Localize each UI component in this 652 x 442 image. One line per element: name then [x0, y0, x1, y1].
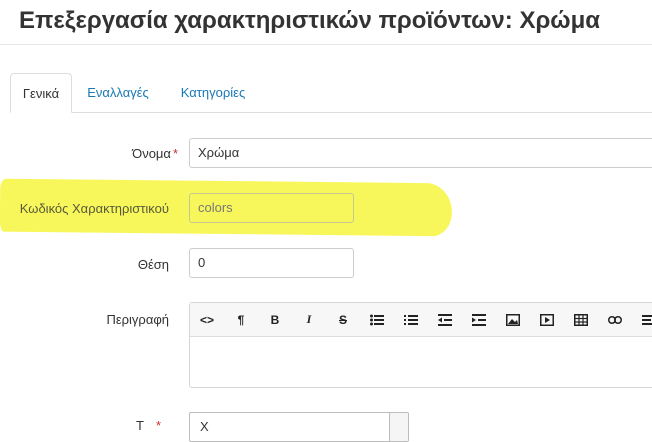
name-label: Όνομα *: [132, 146, 178, 161]
italic-icon[interactable]: I: [292, 303, 326, 336]
video-icon[interactable]: [530, 303, 564, 336]
description-editor[interactable]: <> ¶ B I S: [189, 302, 652, 388]
attribute-code-input[interactable]: colors: [189, 193, 354, 223]
position-label: Θέση: [137, 257, 169, 272]
page-title: Επεξεργασία χαρακτηριστικών προϊόντων: Χ…: [19, 7, 601, 34]
image-icon[interactable]: [496, 303, 530, 336]
tab-variations[interactable]: Εναλλαγές: [78, 73, 158, 111]
tab-general[interactable]: Γενικά: [10, 73, 72, 113]
outdent-icon[interactable]: [428, 303, 462, 336]
editor-toolbar: <> ¶ B I S: [190, 303, 652, 337]
code-view-icon[interactable]: <>: [190, 303, 224, 336]
align-icon[interactable]: [632, 303, 652, 336]
unordered-list-icon[interactable]: [360, 303, 394, 336]
attribute-code-label: Κωδικός Χαρακτηριστικού: [19, 201, 169, 216]
indent-icon[interactable]: [462, 303, 496, 336]
position-input[interactable]: 0: [189, 248, 354, 278]
tab-categories[interactable]: Κατηγορίες: [170, 73, 256, 111]
tab-bar: Γενικά Εναλλαγές Κατηγορίες: [10, 73, 652, 113]
table-icon[interactable]: [564, 303, 598, 336]
link-icon[interactable]: [598, 303, 632, 336]
select-handle[interactable]: [389, 413, 408, 441]
name-input[interactable]: Χρώμα: [189, 138, 652, 168]
strikethrough-icon[interactable]: S: [326, 303, 360, 336]
description-label: Περιγραφή: [106, 312, 169, 327]
partial-field-label: Τ *: [136, 418, 162, 433]
partial-select[interactable]: Χ: [189, 412, 409, 442]
bold-icon[interactable]: B: [258, 303, 292, 336]
ordered-list-icon[interactable]: [394, 303, 428, 336]
title-divider: [0, 44, 652, 45]
paragraph-icon[interactable]: ¶: [224, 303, 258, 336]
